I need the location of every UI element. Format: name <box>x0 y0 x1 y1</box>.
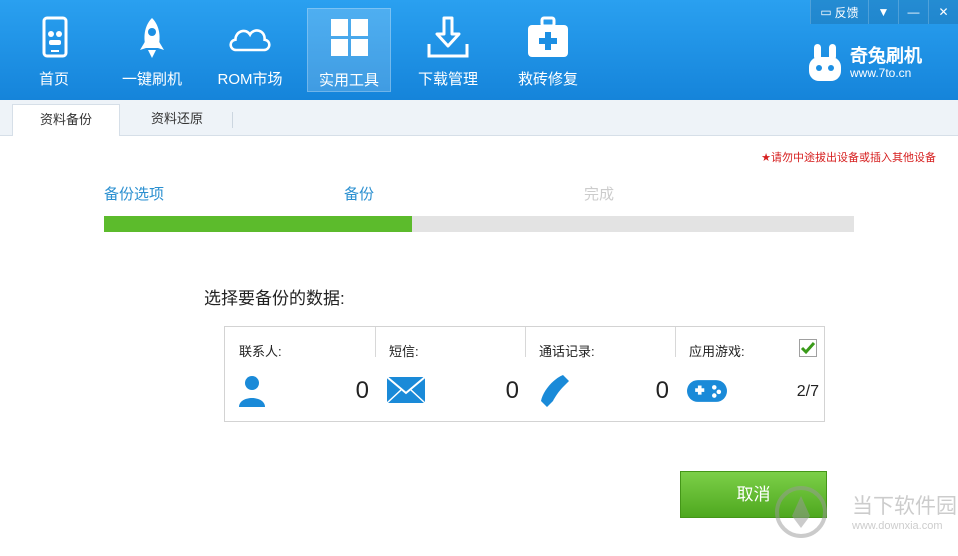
cloud-icon <box>229 29 271 52</box>
apps-games-checkbox[interactable] <box>799 339 817 357</box>
progress-bar-fill <box>104 216 412 232</box>
rabbit-logo-icon <box>809 44 841 81</box>
data-item-label: 应用游戏: <box>689 344 745 359</box>
rocket-icon <box>140 18 164 58</box>
tab-data-restore[interactable]: 资料还原 <box>122 104 232 136</box>
envelope-icon <box>387 376 426 404</box>
nav-label: 实用工具 <box>318 72 379 89</box>
data-item-contacts: 联系人: 0 <box>225 327 375 421</box>
nav-item-rom-market[interactable]: ROM市场 <box>208 8 292 92</box>
brand: 奇兔刷机 www.7to.cn <box>806 42 940 86</box>
nav-label: 首页 <box>38 71 69 88</box>
nav-label: 救砖修复 <box>517 71 578 88</box>
warning-notice: ★请勿中途拔出设备或插入其他设备 <box>761 152 936 164</box>
close-icon: ✕ <box>938 5 949 19</box>
data-item-sms: 短信: 0 <box>375 327 525 421</box>
data-item-label: 通话记录: <box>539 344 595 359</box>
feedback-button[interactable]: ▭ 反馈 <box>810 0 868 24</box>
watermark-url: www.downxia.com <box>852 520 943 532</box>
tools-grid-icon <box>331 19 368 56</box>
window-controls: ▭ 反馈 ▼ — ✕ <box>810 0 958 24</box>
subtab-bar: 资料备份 资料还原 <box>0 100 958 136</box>
watermark: 当下软件园 www.downxia.com <box>770 484 957 550</box>
data-item-apps-games: 应用游戏: 2/7 <box>675 327 825 421</box>
nav-item-download-manager[interactable]: 下载管理 <box>406 8 490 92</box>
nav-item-brick-repair[interactable]: 救砖修复 <box>506 8 590 92</box>
contact-icon <box>239 376 265 407</box>
minimize-icon: — <box>907 5 920 19</box>
nav-label: 一键刷机 <box>121 71 182 88</box>
tab-divider <box>232 112 233 128</box>
download-icon <box>427 16 469 58</box>
data-item-label: 短信: <box>389 344 419 359</box>
step-complete: 完成 <box>584 186 615 203</box>
close-button[interactable]: ✕ <box>928 0 958 24</box>
watermark-logo-icon <box>775 486 827 538</box>
data-item-count: 0 <box>505 377 519 404</box>
data-item-call-log: 通话记录: 0 <box>525 327 675 421</box>
select-data-prompt: 选择要备份的数据: <box>204 289 345 308</box>
watermark-name: 当下软件园 <box>852 495 957 518</box>
data-item-count: 0 <box>655 377 669 404</box>
chevron-down-icon: ▼ <box>877 5 890 19</box>
data-item-count: 0 <box>355 377 369 404</box>
nav-label: ROM市场 <box>217 71 283 88</box>
brand-url: www.7to.cn <box>850 66 912 80</box>
step-backup: 备份 <box>344 186 375 203</box>
nav-item-one-click-flash[interactable]: 一键刷机 <box>110 8 194 92</box>
data-item-label: 联系人: <box>239 344 282 359</box>
first-aid-kit-icon <box>528 16 568 57</box>
feedback-icon: ▭ <box>820 5 832 19</box>
phone-handset-icon <box>541 375 569 407</box>
data-item-count: 2/7 <box>796 383 819 400</box>
phone-icon <box>42 16 68 58</box>
minimize-button[interactable]: — <box>898 0 928 24</box>
checkmark-icon <box>800 342 816 355</box>
progress-bar <box>104 216 854 232</box>
backup-data-panel: 联系人: 0 短信: 0 通话记录: 0 应用游戏: 2/7 <box>224 326 825 422</box>
tab-data-backup[interactable]: 资料备份 <box>12 104 120 136</box>
gamepad-icon <box>687 380 727 402</box>
nav-label: 下载管理 <box>417 71 478 88</box>
dropdown-menu-button[interactable]: ▼ <box>868 0 898 24</box>
top-navigation-bar: 首页 一键刷机 ROM市场 实用工具 下载管理 救砖修复 ▭ 反馈 ▼ — ✕ … <box>0 0 958 100</box>
brand-name: 奇兔刷机 <box>850 46 922 66</box>
nav-item-tools[interactable]: 实用工具 <box>307 8 391 92</box>
step-backup-options: 备份选项 <box>104 186 165 203</box>
nav-item-home[interactable]: 首页 <box>12 8 96 92</box>
